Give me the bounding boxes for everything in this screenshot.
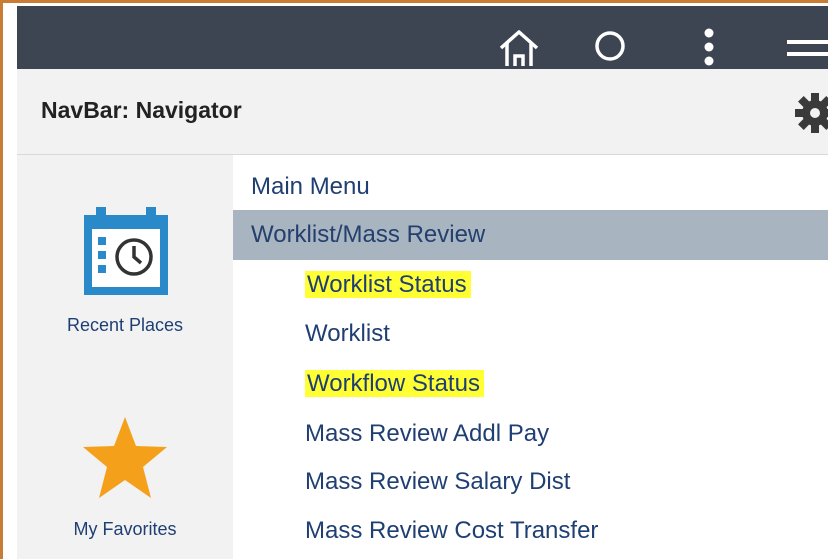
home-icon[interactable] xyxy=(497,26,541,71)
navigator-menu: Main Menu Worklist/Mass Review Worklist … xyxy=(233,155,828,559)
more-vertical-icon[interactable] xyxy=(702,26,716,71)
page-title: NavBar: Navigator xyxy=(41,97,242,123)
star-icon xyxy=(81,415,169,506)
menu-item-label: Mass Review Addl Pay xyxy=(305,420,550,447)
recent-places-label: Recent Places xyxy=(66,315,184,335)
menu-item-label: Main Menu xyxy=(251,173,370,200)
search-icon[interactable] xyxy=(592,28,632,73)
menu-item-label: Mass Review Salary Dist xyxy=(305,468,571,495)
menu-item-label: Worklist xyxy=(305,320,390,347)
menu-item-worklist-status[interactable]: Worklist Status xyxy=(233,260,828,310)
window-edge xyxy=(3,6,17,559)
menu-item-mass-review-cost-transfer[interactable]: Mass Review Cost Transfer xyxy=(233,506,828,556)
menu-item-workflow-status[interactable]: Workflow Status xyxy=(233,359,828,409)
recent-places-tile[interactable]: Recent Places xyxy=(17,205,233,345)
navigator-sidebar: Recent Places My Favorites xyxy=(17,155,233,559)
menu-item-label: Worklist Status xyxy=(305,271,471,298)
menu-item-main-menu[interactable]: Main Menu xyxy=(233,162,828,212)
my-favorites-label: My Favorites xyxy=(73,519,177,539)
menu-item-worklist[interactable]: Worklist xyxy=(233,309,828,359)
menu-item-label: Workflow Status xyxy=(305,370,484,397)
menu-item-label: Worklist/Mass Review xyxy=(251,221,486,248)
menu-item-worklist-mass-review[interactable]: Worklist/Mass Review xyxy=(233,210,828,260)
navigator-window: NavBar: Navigator Recent Places My Favor… xyxy=(0,0,828,559)
navigator-header: NavBar: Navigator xyxy=(17,69,828,155)
menu-item-label: Mass Review Cost Transfer xyxy=(305,517,599,544)
menu-item-mass-review-salary-dist[interactable]: Mass Review Salary Dist xyxy=(233,457,828,507)
my-favorites-tile[interactable]: My Favorites xyxy=(17,415,233,555)
top-navigation-bar xyxy=(17,6,828,69)
gear-icon[interactable] xyxy=(793,91,828,140)
calendar-clock-icon xyxy=(80,205,172,302)
menu-item-mass-review-addl-pay[interactable]: Mass Review Addl Pay xyxy=(233,409,828,459)
